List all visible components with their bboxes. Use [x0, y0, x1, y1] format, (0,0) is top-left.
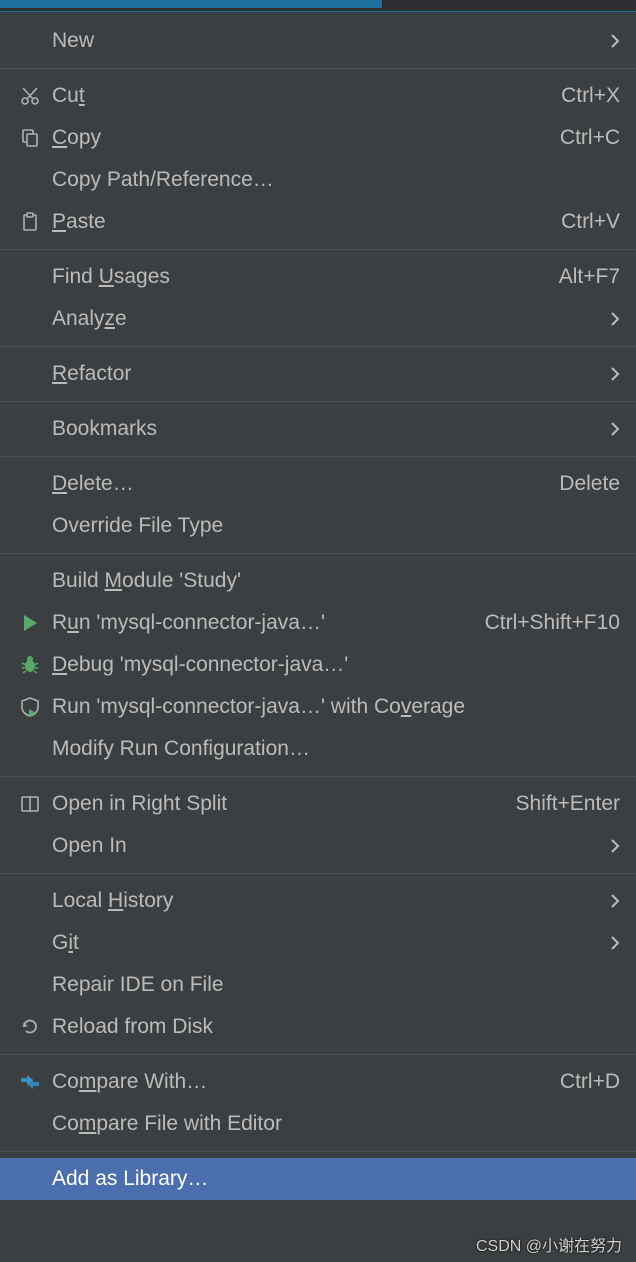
shortcut-label: Alt+F7: [547, 265, 620, 289]
menu-item-debug[interactable]: Debug 'mysql-connector-java…': [0, 644, 636, 686]
menu-item-label: Copy: [52, 126, 548, 150]
copy-icon: [8, 127, 52, 149]
menu-item-label: Copy Path/Reference…: [52, 168, 620, 192]
submenu-arrow-icon: [598, 838, 620, 854]
submenu-arrow-icon: [598, 935, 620, 951]
menu-item-refactor[interactable]: Refactor: [0, 353, 636, 395]
menu-item-label: New: [52, 29, 598, 53]
menu-item-compare-with[interactable]: Compare With… Ctrl+D: [0, 1061, 636, 1103]
menu-item-modify-run-config[interactable]: Modify Run Configuration…: [0, 728, 636, 770]
menu-item-label: Run 'mysql-connector-java…' with Coverag…: [52, 695, 620, 719]
menu-item-label: Git: [52, 931, 598, 955]
window-titlebar-fragment: [0, 0, 636, 12]
menu-item-label: Analyze: [52, 307, 598, 331]
menu-item-run[interactable]: Run 'mysql-connector-java…' Ctrl+Shift+F…: [0, 602, 636, 644]
context-menu: New Cut Ctrl+X Copy Ctrl+C Copy Path/Ref…: [0, 12, 636, 1200]
watermark-text: CSDN @小谢在努力: [476, 1232, 622, 1256]
menu-item-reload-from-disk[interactable]: Reload from Disk: [0, 1006, 636, 1048]
menu-item-label: Repair IDE on File: [52, 973, 620, 997]
menu-item-analyze[interactable]: Analyze: [0, 298, 636, 340]
reload-icon: [8, 1016, 52, 1038]
menu-item-copy[interactable]: Copy Ctrl+C: [0, 117, 636, 159]
shortcut-label: Shift+Enter: [504, 792, 620, 816]
menu-item-build-module[interactable]: Build Module 'Study': [0, 560, 636, 602]
menu-item-compare-file-editor[interactable]: Compare File with Editor: [0, 1103, 636, 1145]
menu-item-label: Paste: [52, 210, 549, 234]
menu-item-label: Build Module 'Study': [52, 569, 620, 593]
menu-item-label: Compare File with Editor: [52, 1112, 620, 1136]
menu-item-paste[interactable]: Paste Ctrl+V: [0, 201, 636, 243]
menu-item-label: Run 'mysql-connector-java…': [52, 611, 473, 635]
menu-item-label: Override File Type: [52, 514, 620, 538]
scissors-icon: [8, 85, 52, 107]
submenu-arrow-icon: [598, 33, 620, 49]
separator: [0, 249, 636, 250]
menu-item-label: Add as Library…: [52, 1167, 620, 1191]
shortcut-label: Ctrl+Shift+F10: [473, 611, 620, 635]
menu-item-label: Bookmarks: [52, 417, 598, 441]
menu-item-find-usages[interactable]: Find Usages Alt+F7: [0, 256, 636, 298]
menu-item-run-coverage[interactable]: Run 'mysql-connector-java…' with Coverag…: [0, 686, 636, 728]
separator: [0, 1151, 636, 1152]
menu-item-label: Debug 'mysql-connector-java…': [52, 653, 620, 677]
separator: [0, 456, 636, 457]
menu-item-label: Compare With…: [52, 1070, 548, 1094]
menu-item-label: Open In: [52, 834, 598, 858]
separator: [0, 873, 636, 874]
submenu-arrow-icon: [598, 311, 620, 327]
menu-item-label: Modify Run Configuration…: [52, 737, 620, 761]
menu-item-label: Local History: [52, 889, 598, 913]
separator: [0, 68, 636, 69]
menu-item-local-history[interactable]: Local History: [0, 880, 636, 922]
menu-item-repair-ide[interactable]: Repair IDE on File: [0, 964, 636, 1006]
menu-item-add-as-library[interactable]: Add as Library…: [0, 1158, 636, 1200]
shield-run-icon: [8, 696, 52, 718]
menu-item-git[interactable]: Git: [0, 922, 636, 964]
menu-item-open-right-split[interactable]: Open in Right Split Shift+Enter: [0, 783, 636, 825]
bug-icon: [8, 654, 52, 676]
shortcut-label: Ctrl+V: [549, 210, 620, 234]
menu-item-open-in[interactable]: Open In: [0, 825, 636, 867]
menu-item-override-file-type[interactable]: Override File Type: [0, 505, 636, 547]
separator: [0, 401, 636, 402]
menu-item-label: Cut: [52, 84, 549, 108]
menu-item-copy-path[interactable]: Copy Path/Reference…: [0, 159, 636, 201]
clipboard-icon: [8, 211, 52, 233]
separator: [0, 1054, 636, 1055]
menu-item-bookmarks[interactable]: Bookmarks: [0, 408, 636, 450]
menu-item-label: Refactor: [52, 362, 598, 386]
menu-item-label: Find Usages: [52, 265, 547, 289]
menu-item-new[interactable]: New: [0, 20, 636, 62]
shortcut-label: Ctrl+X: [549, 84, 620, 108]
submenu-arrow-icon: [598, 893, 620, 909]
separator: [0, 776, 636, 777]
separator: [0, 346, 636, 347]
shortcut-label: Ctrl+D: [548, 1070, 620, 1094]
shortcut-label: Delete: [547, 472, 620, 496]
submenu-arrow-icon: [598, 366, 620, 382]
run-icon: [8, 613, 52, 633]
compare-icon: [8, 1071, 52, 1093]
menu-item-label: Reload from Disk: [52, 1015, 620, 1039]
split-right-icon: [8, 793, 52, 815]
menu-item-label: Delete…: [52, 472, 547, 496]
menu-item-label: Open in Right Split: [52, 792, 504, 816]
menu-item-delete[interactable]: Delete… Delete: [0, 463, 636, 505]
menu-item-cut[interactable]: Cut Ctrl+X: [0, 75, 636, 117]
shortcut-label: Ctrl+C: [548, 126, 620, 150]
submenu-arrow-icon: [598, 421, 620, 437]
separator: [0, 553, 636, 554]
